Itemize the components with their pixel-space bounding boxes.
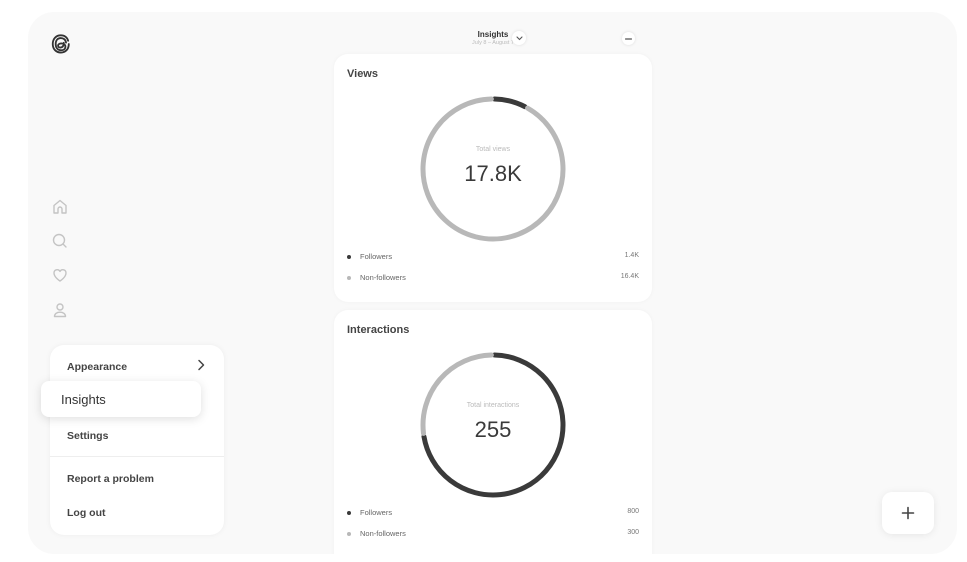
menu-divider — [50, 456, 224, 457]
legend-value: 300 — [627, 529, 639, 536]
more-menu: Appearance Settings Report a problem Log… — [50, 345, 224, 535]
legend-swatch — [347, 276, 351, 280]
menu-item-report-problem[interactable]: Report a problem — [67, 473, 154, 485]
threads-logo-icon[interactable] — [50, 32, 72, 56]
app-window: Insights July 8 – August 7 Views Total v… — [28, 12, 957, 554]
legend-item: Non-followers 300 — [347, 528, 639, 542]
menu-item-insights[interactable]: Insights — [41, 381, 201, 417]
menu-item-log-out[interactable]: Log out — [67, 507, 105, 519]
legend-label: Non-followers — [360, 273, 406, 282]
menu-item-appearance[interactable]: Appearance — [67, 361, 127, 373]
legend-label: Non-followers — [360, 529, 406, 538]
card-title: Interactions — [347, 324, 410, 336]
donut-center-label: Total interactions — [466, 402, 520, 409]
legend-label: Followers — [360, 252, 393, 261]
chevron-down-icon — [515, 35, 523, 40]
plus-icon — [901, 506, 915, 520]
home-icon[interactable] — [50, 197, 70, 217]
more-horizontal-icon — [625, 37, 632, 40]
menu-item-label: Insights — [61, 392, 106, 407]
date-range-dropdown-button[interactable] — [512, 31, 526, 45]
legend-item: Non-followers 16.4K — [347, 272, 639, 286]
page-title: Insights — [477, 30, 509, 39]
donut-center-value: 17.8K — [464, 161, 522, 186]
legend-swatch — [347, 532, 351, 536]
new-post-button[interactable] — [882, 492, 934, 534]
legend-value: 16.4K — [620, 273, 639, 280]
insights-header: Insights July 8 – August 7 — [334, 26, 652, 56]
donut-segment-followers — [492, 96, 528, 110]
more-options-button[interactable] — [622, 32, 635, 45]
chevron-right-icon[interactable] — [196, 359, 206, 371]
search-icon[interactable] — [50, 231, 70, 251]
legend-item: Followers 1.4K — [347, 251, 639, 265]
donut-center-value: 255 — [474, 417, 512, 442]
legend-swatch — [347, 511, 351, 515]
legend-value: 1.4K — [624, 252, 639, 259]
legend-value: 800 — [627, 508, 639, 515]
heart-icon[interactable] — [50, 265, 70, 285]
views-card: Views Total views 17.8K Followers 1.4K N… — [334, 54, 652, 302]
legend-swatch — [347, 255, 351, 259]
donut-center-label: Total views — [475, 146, 511, 153]
date-range: July 8 – August 7 — [472, 40, 514, 46]
legend-label: Followers — [360, 508, 393, 517]
interactions-card: Interactions Total interactions 255 Foll… — [334, 310, 652, 554]
legend-item: Followers 800 — [347, 507, 639, 521]
menu-item-settings[interactable]: Settings — [67, 430, 108, 442]
card-title: Views — [347, 68, 378, 80]
user-icon[interactable] — [50, 300, 70, 320]
